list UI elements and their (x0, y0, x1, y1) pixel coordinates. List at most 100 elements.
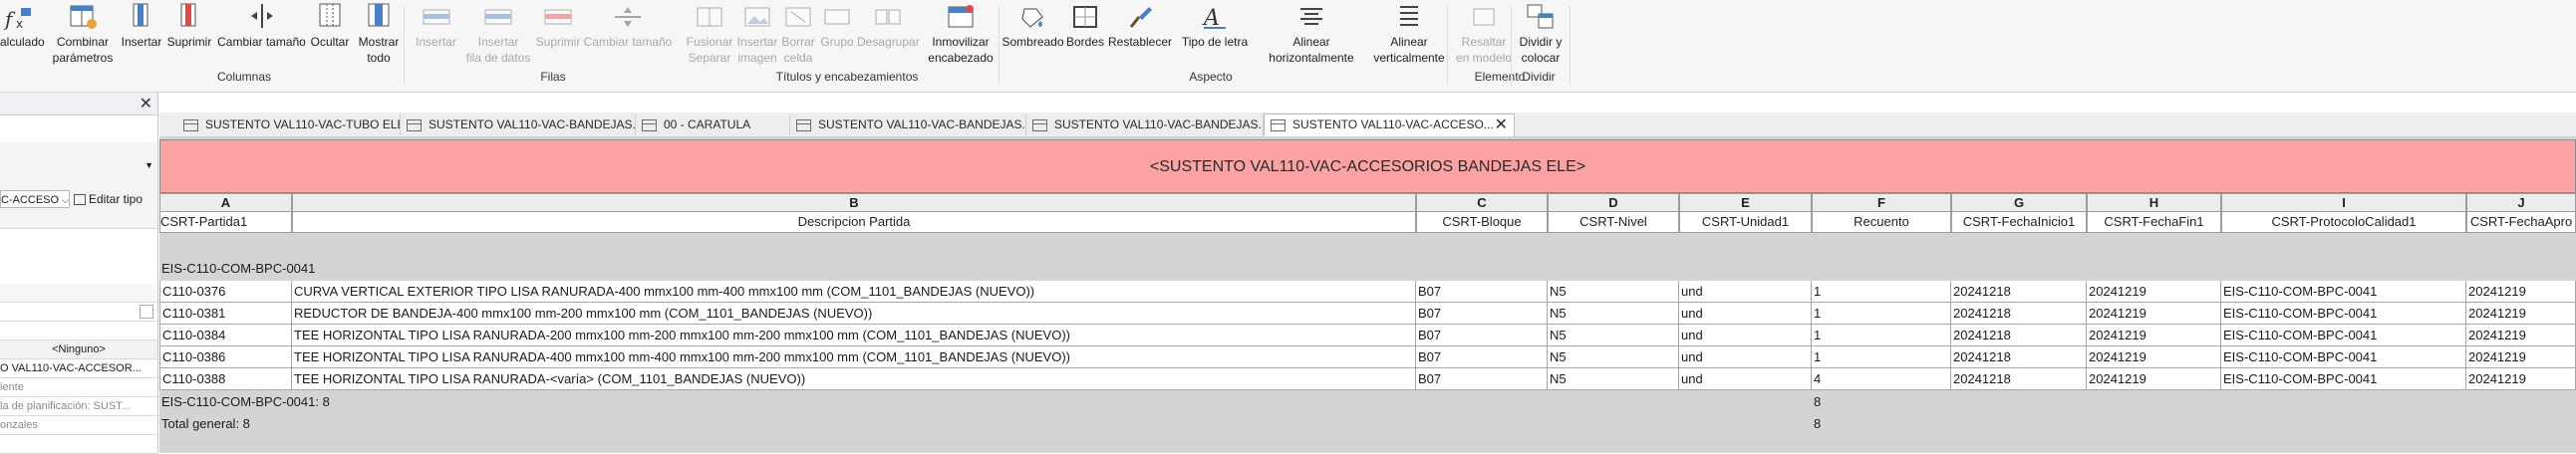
property-row[interactable]: onzales (0, 416, 157, 435)
table-cell[interactable]: 20241219 (2087, 303, 2221, 325)
sombreado-button[interactable]: Sombreado (1002, 0, 1064, 70)
mostrar-todo-button[interactable]: Mostrar todo (351, 0, 407, 70)
alinear-v-button[interactable]: Alinear verticalmente (1365, 0, 1453, 70)
table-cell[interactable]: C110-0376 (159, 281, 292, 303)
view-tab[interactable]: SUSTENTO VAL110-VAC-TUBO ELE (177, 114, 401, 135)
column-letter[interactable]: A (159, 193, 292, 212)
edit-type-button[interactable]: Editar tipo (74, 190, 143, 208)
table-cell[interactable]: 20241218 (1951, 346, 2087, 368)
table-cell[interactable]: 20241218 (1951, 303, 2087, 325)
table-cell[interactable]: B07 (1416, 368, 1548, 390)
combinar-button[interactable]: Combinar parámetros (50, 0, 116, 70)
view-tab[interactable]: SUSTENTO VAL110-VAC-BANDEJAS... (1026, 114, 1264, 135)
table-cell[interactable]: 1 (1812, 281, 1951, 303)
property-row[interactable]: <Ninguno> (0, 340, 157, 359)
column-header[interactable]: CSRT-ProtocoloCalidad1 (2221, 212, 2466, 233)
property-row[interactable] (0, 322, 157, 340)
close-icon[interactable]: ✕ (1495, 114, 1508, 135)
column-header[interactable]: CSRT-FechaFin1 (2087, 212, 2221, 233)
table-cell[interactable]: REDUCTOR DE BANDEJA-400 mmx100 mm-200 mm… (292, 303, 1416, 325)
table-cell[interactable]: 1 (1812, 325, 1951, 346)
table-cell[interactable]: 20241218 (1951, 281, 2087, 303)
column-header[interactable]: Descripcion Partida (292, 212, 1416, 233)
table-cell[interactable]: 4 (1812, 368, 1951, 390)
alinear-h-button[interactable]: Alinear horizontalmente (1258, 0, 1365, 70)
table-cell[interactable]: N5 (1548, 325, 1679, 346)
table-cell[interactable]: C110-0384 (159, 325, 292, 346)
close-icon[interactable]: ✕ (140, 94, 152, 114)
column-letter[interactable]: C (1416, 193, 1548, 212)
cambiar-tamano-button[interactable]: Cambiar tamaño (214, 0, 309, 70)
column-letter[interactable]: G (1951, 193, 2087, 212)
inmovilizar-button[interactable]: Inmovilizar encabezado (921, 0, 1001, 70)
column-letter[interactable]: H (2087, 193, 2221, 212)
dividir-button[interactable]: Dividir y colocar (1515, 0, 1567, 70)
table-cell[interactable]: 20241219 (2087, 281, 2221, 303)
view-tab[interactable]: 00 - CARATULA (636, 114, 790, 135)
table-cell[interactable]: EIS-C110-COM-BPC-0041 (2221, 346, 2466, 368)
column-header[interactable]: Recuento (1812, 212, 1951, 233)
property-row[interactable]: iente (0, 378, 157, 397)
table-cell[interactable]: N5 (1548, 281, 1679, 303)
view-tab[interactable]: SUSTENTO VAL110-VAC-BANDEJAS... (401, 114, 636, 135)
table-cell[interactable]: 20241219 (2466, 325, 2576, 346)
table-cell[interactable]: und (1679, 325, 1812, 346)
table-cell[interactable]: 20241219 (2087, 368, 2221, 390)
column-letter[interactable]: F (1812, 193, 1951, 212)
column-letter[interactable]: J (2466, 193, 2576, 212)
table-cell[interactable]: 20241219 (2466, 346, 2576, 368)
table-cell[interactable]: 20241219 (2466, 303, 2576, 325)
table-cell[interactable]: 20241219 (2087, 325, 2221, 346)
column-header[interactable]: CSRT-Nivel (1548, 212, 1679, 233)
table-cell[interactable]: und (1679, 303, 1812, 325)
column-header[interactable]: CSRT-FechaApro (2466, 212, 2576, 233)
ocultar-button[interactable]: Ocultar (309, 0, 351, 70)
column-letter[interactable]: D (1548, 193, 1679, 212)
suprimir-button[interactable]: Suprimir (164, 0, 214, 70)
table-cell[interactable]: und (1679, 368, 1812, 390)
table-cell[interactable]: C110-0381 (159, 303, 292, 325)
table-cell[interactable]: N5 (1548, 368, 1679, 390)
type-selector-dropdown[interactable]: C-ACCESO ⌵ (0, 190, 70, 208)
table-cell[interactable]: 20241218 (1951, 368, 2087, 390)
chevron-down-icon[interactable]: ▼ (144, 160, 153, 170)
table-cell[interactable]: 20241219 (2466, 368, 2576, 390)
bordes-button[interactable]: Bordes (1064, 0, 1106, 70)
table-cell[interactable]: 1 (1812, 346, 1951, 368)
table-cell[interactable]: 20241219 (2087, 346, 2221, 368)
table-cell[interactable]: N5 (1548, 303, 1679, 325)
view-tab[interactable]: SUSTENTO VAL110-VAC-BANDEJAS... (790, 114, 1026, 135)
tipo-letra-button[interactable]: A Tipo de letra (1174, 0, 1256, 70)
column-header[interactable]: CSRT-Partida1 (159, 212, 292, 233)
table-cell[interactable]: B07 (1416, 303, 1548, 325)
table-cell[interactable]: C110-0386 (159, 346, 292, 368)
table-cell[interactable]: TEE HORIZONTAL TIPO LISA RANURADA-<varía… (292, 368, 1416, 390)
insertar-button[interactable]: Insertar (118, 0, 165, 70)
table-cell[interactable]: 20241218 (1951, 325, 2087, 346)
property-value-box[interactable] (140, 305, 153, 319)
table-cell[interactable]: und (1679, 281, 1812, 303)
table-cell[interactable]: B07 (1416, 346, 1548, 368)
column-letter[interactable]: B (292, 193, 1416, 212)
view-tab[interactable]: SUSTENTO VAL110-VAC-ACCESO... ✕ (1264, 114, 1515, 136)
table-cell[interactable]: 1 (1812, 303, 1951, 325)
table-cell[interactable]: N5 (1548, 346, 1679, 368)
schedule-title[interactable]: <SUSTENTO VAL110-VAC-ACCESORIOS BANDEJAS… (159, 139, 2576, 193)
column-header[interactable]: CSRT-Bloque (1416, 212, 1548, 233)
restablecer-button[interactable]: Restablecer (1106, 0, 1174, 70)
table-cell[interactable]: EIS-C110-COM-BPC-0041 (2221, 303, 2466, 325)
column-header[interactable]: CSRT-Unidad1 (1679, 212, 1812, 233)
property-row[interactable]: O VAL110-VAC-ACCESOR... (0, 359, 157, 378)
table-cell[interactable]: TEE HORIZONTAL TIPO LISA RANURADA-400 mm… (292, 346, 1416, 368)
column-letter[interactable]: I (2221, 193, 2466, 212)
property-row[interactable] (0, 303, 157, 322)
table-cell[interactable]: CURVA VERTICAL EXTERIOR TIPO LISA RANURA… (292, 281, 1416, 303)
property-row[interactable]: la de planificación: SUST... (0, 397, 157, 416)
property-row[interactable] (0, 284, 157, 303)
table-cell[interactable]: und (1679, 346, 1812, 368)
property-row[interactable] (0, 435, 157, 454)
column-letter[interactable]: E (1679, 193, 1812, 212)
column-header[interactable]: CSRT-FechaInicio1 (1951, 212, 2087, 233)
table-cell[interactable]: C110-0388 (159, 368, 292, 390)
table-cell[interactable]: B07 (1416, 281, 1548, 303)
